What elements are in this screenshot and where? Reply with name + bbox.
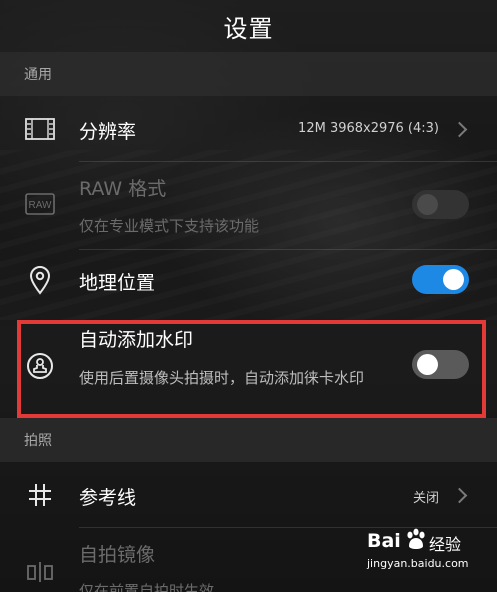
toggle-knob — [443, 269, 464, 290]
chevron-right-icon — [451, 121, 468, 138]
stamp-icon — [22, 348, 58, 384]
mirror-icon — [22, 554, 58, 590]
setting-title: 自拍镜像 — [79, 544, 156, 566]
setting-subtitle: 仅在专业模式下支持该功能 — [79, 217, 260, 235]
setting-subtitle: 使用后置摄像头拍摄时，自动添加徕卡水印 — [79, 369, 365, 387]
setting-row-grid[interactable]: 参考线 关闭 — [0, 462, 497, 528]
watermark-url: jingyan.baidu.com — [367, 557, 469, 570]
setting-title: 自动添加水印 — [79, 329, 194, 351]
setting-title: RAW 格式 — [79, 178, 167, 200]
setting-subtitle: 仅在前置自拍时生效 — [79, 582, 215, 592]
watermark-suffix: 经验 — [429, 535, 462, 554]
section-label: 通用 — [24, 67, 52, 83]
section-label: 拍照 — [24, 433, 52, 449]
header: 设置 — [0, 0, 497, 52]
toggle-knob — [417, 354, 438, 375]
setting-title: 分辨率 — [79, 121, 137, 143]
paw-icon — [405, 528, 427, 556]
watermark-brand: Bai — [367, 530, 401, 552]
raw-icon: RAW — [22, 186, 58, 222]
watermark-toggle[interactable] — [412, 350, 469, 379]
grid-hash-icon — [22, 477, 58, 513]
setting-value: 12M 3968x2976 (4:3) — [298, 121, 439, 136]
resolution-frame-icon — [22, 111, 58, 147]
setting-row-resolution[interactable]: 分辨率 12M 3968x2976 (4:3) — [0, 96, 497, 162]
location-pin-icon — [22, 262, 58, 298]
section-header-general: 通用 — [0, 52, 497, 96]
baidu-jingyan-watermark: Bai 经验 jingyan.baidu.com — [367, 528, 469, 578]
setting-title: 地理位置 — [79, 272, 156, 294]
setting-row-raw[interactable]: RAW RAW 格式 仅在专业模式下支持该功能 — [0, 162, 497, 250]
page-title: 设置 — [223, 14, 274, 43]
raw-toggle[interactable] — [412, 190, 469, 219]
toggle-knob — [417, 194, 438, 215]
section-header-photo: 拍照 — [0, 418, 497, 462]
svg-text:RAW: RAW — [29, 200, 53, 211]
setting-row-watermark[interactable]: 自动添加水印 使用后置摄像头拍摄时，自动添加徕卡水印 — [0, 320, 497, 418]
setting-title: 参考线 — [79, 487, 137, 509]
setting-value: 关闭 — [412, 491, 439, 506]
setting-row-location[interactable]: 地理位置 — [0, 250, 497, 316]
location-toggle[interactable] — [412, 265, 469, 294]
chevron-right-icon — [451, 487, 468, 504]
